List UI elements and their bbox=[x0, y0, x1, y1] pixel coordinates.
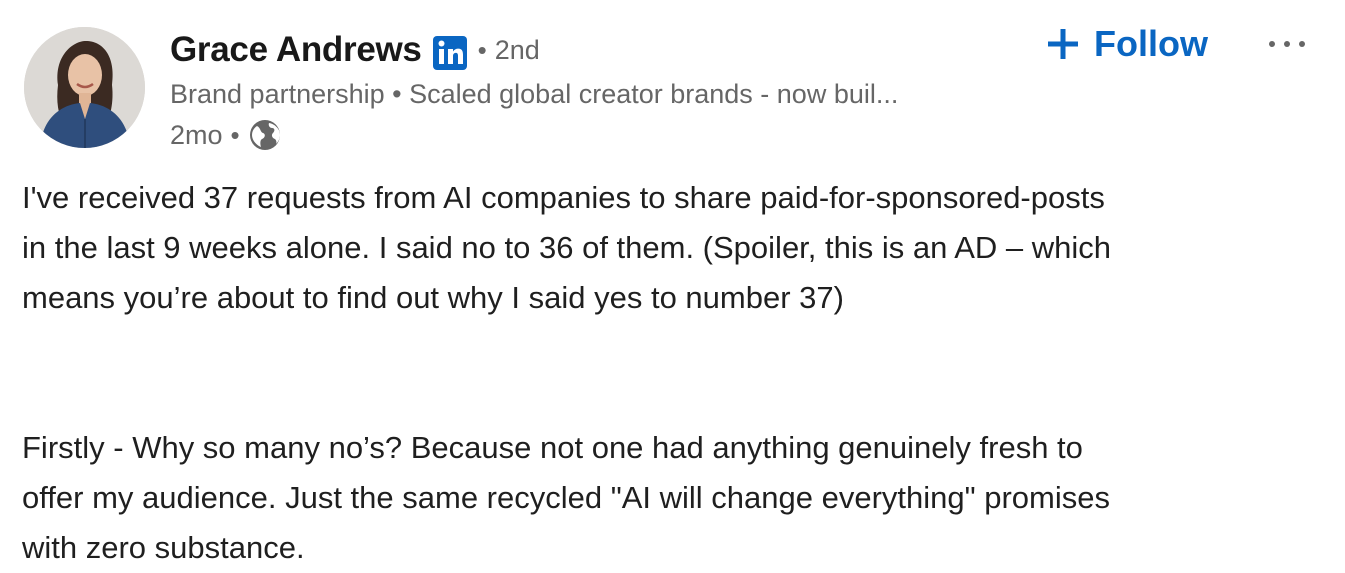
post-line: I've received 37 requests from AI compan… bbox=[22, 180, 1105, 215]
post-line: in the last 9 weeks alone. I said no to … bbox=[22, 230, 1112, 265]
more-horizontal-icon bbox=[1269, 41, 1305, 47]
more-options-button[interactable] bbox=[1266, 32, 1308, 56]
author-name[interactable]: Grace Andrews bbox=[170, 30, 422, 70]
author-headline: Brand partnership • Scaled global creato… bbox=[170, 79, 899, 109]
post-paragraph: Firstly - Why so many no’s? Because not … bbox=[22, 423, 1322, 573]
separator-dot: • bbox=[230, 119, 240, 150]
separator-dot: • bbox=[477, 34, 487, 65]
author-name-row: Grace Andrews • 2nd bbox=[170, 28, 540, 72]
plus-icon bbox=[1046, 27, 1080, 61]
post-meta: 2mo • bbox=[170, 117, 282, 153]
post-body: I've received 37 requests from AI compan… bbox=[22, 173, 1322, 573]
avatar[interactable] bbox=[24, 27, 145, 148]
post-paragraph: I've received 37 requests from AI compan… bbox=[22, 173, 1322, 323]
post-line: means you’re about to find out why I sai… bbox=[22, 280, 844, 315]
post-line: Firstly - Why so many no’s? Because not … bbox=[22, 430, 1083, 465]
linkedin-icon bbox=[432, 35, 468, 71]
connection-degree: 2nd bbox=[494, 34, 540, 65]
globe-icon bbox=[248, 118, 282, 152]
follow-label: Follow bbox=[1094, 23, 1208, 64]
follow-button[interactable]: Follow bbox=[1046, 22, 1208, 66]
feed-post: Grace Andrews • 2nd Brand partnership • … bbox=[0, 0, 1345, 567]
post-line: with zero substance. bbox=[22, 530, 305, 565]
post-line: offer my audience. Just the same recycle… bbox=[22, 480, 1110, 515]
post-time[interactable]: 2mo bbox=[170, 120, 223, 151]
